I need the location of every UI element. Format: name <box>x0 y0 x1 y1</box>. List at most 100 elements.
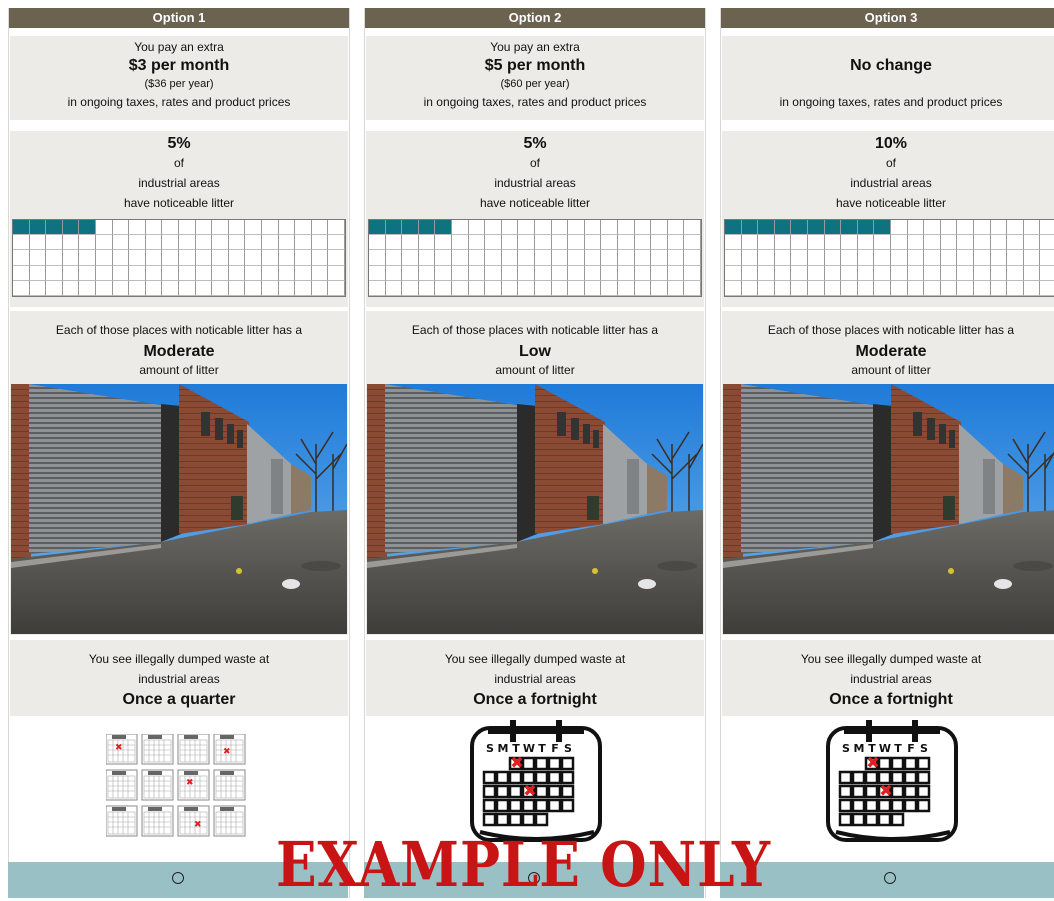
litter-intro: Each of those places with noticable litt… <box>411 323 659 337</box>
grid-cell-filled <box>791 220 808 236</box>
grid-cell <box>418 280 436 296</box>
grid-cell <box>857 265 875 281</box>
calendar-day-box <box>521 798 536 813</box>
grid-cell <box>501 265 519 281</box>
svg-text:S: S <box>920 742 928 755</box>
grid-cell <box>990 280 1008 296</box>
grid-cell <box>195 265 213 281</box>
grid-cell <box>741 250 759 266</box>
grid-cell <box>162 220 179 236</box>
grid-cell <box>212 280 229 296</box>
grid-cell <box>990 250 1008 266</box>
industrial-alley-photo <box>11 384 347 634</box>
grid-cell <box>1023 250 1041 266</box>
percent-desc: have noticeable litter <box>479 196 591 210</box>
grid-cell <box>568 250 585 266</box>
grid-cell <box>618 265 635 281</box>
dump-visual: S M T W T F S ✖ ✖ <box>722 716 1054 860</box>
grid-cell <box>385 250 403 266</box>
grid-cell <box>1007 265 1024 281</box>
grid-cell <box>112 235 130 251</box>
calendar-day-box <box>534 784 549 799</box>
grid-cell <box>13 250 30 266</box>
cost-amount: No change <box>850 57 932 74</box>
grid-cell <box>328 280 345 296</box>
grid-cell <box>535 265 552 281</box>
grid-cell <box>162 280 179 296</box>
calendar-day-box <box>864 784 879 799</box>
grid-cell <box>1023 220 1041 236</box>
grid-cell <box>468 250 486 266</box>
percent-section: 10% of industrial areas have noticeable … <box>722 131 1054 307</box>
grid-cell <box>402 265 419 281</box>
grid-cell <box>667 250 685 266</box>
grid-cell <box>667 265 685 281</box>
grid-cell <box>46 280 63 296</box>
grid-cell <box>311 280 329 296</box>
calendar-day-box <box>482 812 497 827</box>
grid-cell <box>634 250 652 266</box>
svg-text:✖: ✖ <box>223 747 231 757</box>
grid-cell <box>245 265 262 281</box>
litter-level: Moderate <box>855 343 927 360</box>
grid-cell <box>212 220 229 236</box>
grid-cell <box>485 250 502 266</box>
percent-section: 5% of industrial areas have noticeable l… <box>366 131 704 307</box>
grid-cell <box>46 265 63 281</box>
grid-cell <box>145 250 163 266</box>
grid-cell <box>874 250 891 266</box>
calendar-day-box <box>560 798 575 813</box>
svg-text:M: M <box>854 742 865 755</box>
grid-cell <box>824 280 842 296</box>
grid-cell <box>62 265 80 281</box>
industrial-alley-photo <box>367 384 703 634</box>
grid-cell <box>824 250 842 266</box>
grid-cell <box>684 250 701 266</box>
grid-cell <box>295 220 312 236</box>
svg-text:T: T <box>538 742 546 755</box>
option-3-radio[interactable] <box>884 872 896 884</box>
svg-text:✖: ✖ <box>186 778 194 788</box>
grid-cell <box>452 280 469 296</box>
grid-cell <box>940 265 958 281</box>
cost-intro <box>722 40 1054 55</box>
calendar-day-box <box>508 770 523 785</box>
grid-cell <box>29 250 47 266</box>
calendar-day-box <box>508 812 523 827</box>
grid-cell <box>974 250 991 266</box>
litter-section: Each of those places with noticable litt… <box>722 311 1054 635</box>
grid-cell <box>1023 235 1041 251</box>
grid-cell <box>468 280 486 296</box>
grid-cell <box>485 235 502 251</box>
grid-cell <box>667 220 685 236</box>
litter-intro: Each of those places with noticable litt… <box>767 323 1015 337</box>
grid-cell <box>96 265 113 281</box>
grid-cell <box>634 280 652 296</box>
option-2-column: Option 2 You pay an extra $5 per month (… <box>364 8 706 898</box>
grid-cell <box>162 250 179 266</box>
option-1-radio[interactable] <box>172 872 184 884</box>
grid-cell <box>452 220 469 236</box>
grid-cell <box>1007 280 1024 296</box>
grid-cell <box>684 220 701 236</box>
litter-level: Low <box>519 343 551 360</box>
grid-cell <box>601 235 618 251</box>
grid-cell <box>957 265 974 281</box>
grid-cell <box>791 250 808 266</box>
grid-cell <box>907 265 925 281</box>
dump-section: You see illegally dumped waste at indust… <box>366 640 704 860</box>
grid-cell <box>651 280 668 296</box>
grid-cell <box>535 250 552 266</box>
grid-cell <box>402 280 419 296</box>
grid-cell <box>369 265 386 281</box>
grid-cell <box>179 250 196 266</box>
grid-cell <box>485 280 502 296</box>
svg-text:T: T <box>894 742 902 755</box>
calendar-day-box <box>838 784 853 799</box>
calendar-day-box <box>851 784 866 799</box>
calendar-day-box <box>495 812 510 827</box>
grid-cell <box>940 220 958 236</box>
grid-cell <box>179 280 196 296</box>
industrial-alley-photo <box>723 384 1054 634</box>
grid-cell <box>485 220 502 236</box>
